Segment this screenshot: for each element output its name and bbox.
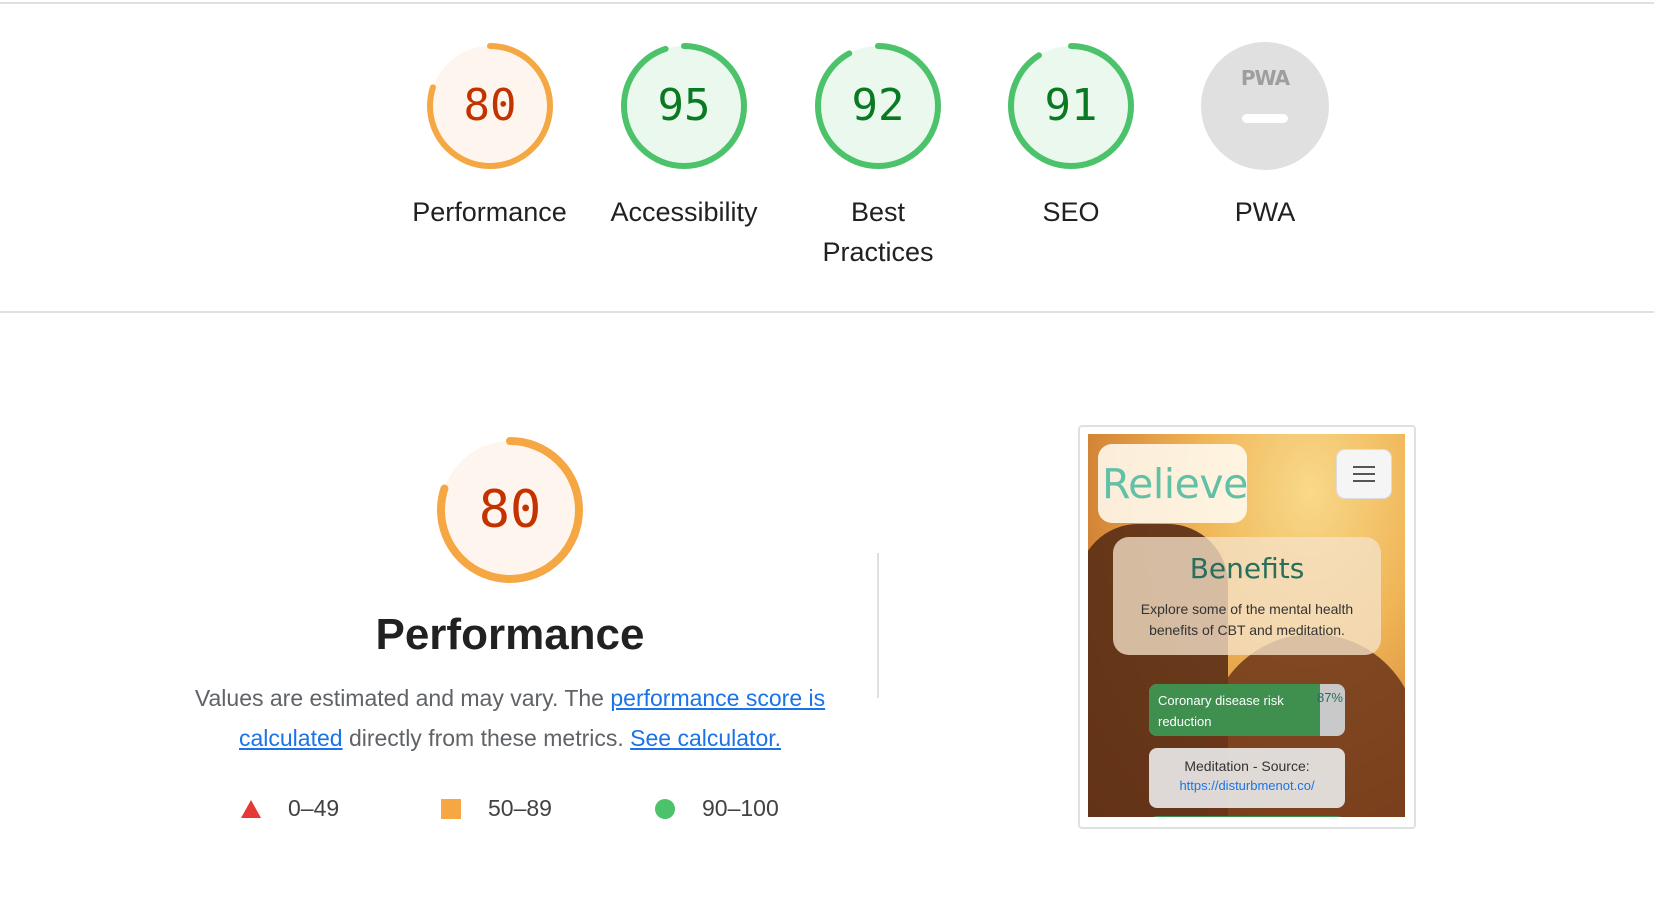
top-divider (0, 2, 1654, 4)
description-text: Values are estimated and may vary. The (194, 685, 611, 711)
gauge-score: 80 (479, 480, 542, 540)
pwa-badge-text: PWA (1241, 66, 1291, 90)
final-screenshot: Relieve Benefits Explore some of the men… (1088, 434, 1405, 817)
legend-range: 0–49 (288, 795, 340, 821)
gauge-seo[interactable]: 91 SEO (1001, 40, 1141, 232)
benefits-title: Benefits (1189, 552, 1305, 585)
pwa-badge-icon: PWA (1201, 42, 1329, 170)
legend-range: 90–100 (702, 795, 779, 821)
see-calculator-link[interactable]: See calculator. (630, 725, 781, 751)
section-divider (0, 311, 1654, 313)
progress-bar-label: Coronary disease risk reduction (1158, 693, 1284, 729)
progress-bar: Coronary disease risk reduction 87% (1149, 684, 1345, 736)
description-text: directly from these metrics. (342, 725, 631, 751)
gauge-ring: 91 (1008, 43, 1134, 169)
circle-icon (655, 798, 675, 819)
legend-item-average: 50–89 (440, 795, 552, 822)
gauge-ring: 80 (426, 43, 553, 169)
legend-range: 50–89 (488, 795, 552, 821)
gauge-score: 91 (1045, 80, 1098, 131)
gauge-ring: 95 (621, 43, 747, 169)
gauge-label: SEO (1042, 197, 1100, 227)
gauge-label: PWA (1234, 197, 1296, 227)
performance-gauge-large: 80 (434, 434, 586, 586)
source-card: Meditation - Source: https://disturbmeno… (1149, 748, 1345, 808)
gauge-ring: 80 (437, 437, 583, 583)
hamburger-menu-icon (1336, 449, 1392, 499)
gauge-pwa[interactable]: PWA PWA (1195, 40, 1335, 232)
gauge-score: 92 (852, 80, 905, 131)
progress-bar (1149, 816, 1345, 817)
source-label: Meditation - Source: (1184, 758, 1310, 774)
source-link: https://disturbmenot.co/ (1179, 778, 1315, 793)
gauge-performance[interactable]: 80 Performance (402, 40, 577, 232)
gauge-label: Best Practices (822, 197, 934, 267)
legend-item-pass: 90–100 (654, 795, 779, 822)
site-logo-box: Relieve (1098, 444, 1248, 523)
gauge-best-practices[interactable]: 92 Best Practices (793, 40, 963, 272)
gauge-score: 95 (658, 80, 711, 131)
gauge-ring: 92 (815, 43, 941, 169)
square-icon (441, 798, 461, 819)
vertical-divider (877, 553, 879, 698)
progress-bar-value: 87% (1316, 690, 1343, 705)
gauge-accessibility[interactable]: 95 Accessibility (594, 40, 774, 232)
performance-description: Values are estimated and may vary. The p… (180, 678, 840, 758)
gauge-label: Performance (412, 197, 567, 227)
gauge-score: 80 (463, 80, 516, 131)
legend-item-fail: 0–49 (240, 795, 339, 822)
performance-title: Performance (375, 610, 645, 659)
benefits-subtitle: Explore some of the mental health benefi… (1140, 601, 1354, 638)
gauge-label: Accessibility (610, 197, 758, 227)
site-logo: Relieve (1102, 460, 1248, 508)
benefits-card: Benefits Explore some of the mental heal… (1113, 537, 1381, 655)
triangle-icon (241, 799, 261, 818)
